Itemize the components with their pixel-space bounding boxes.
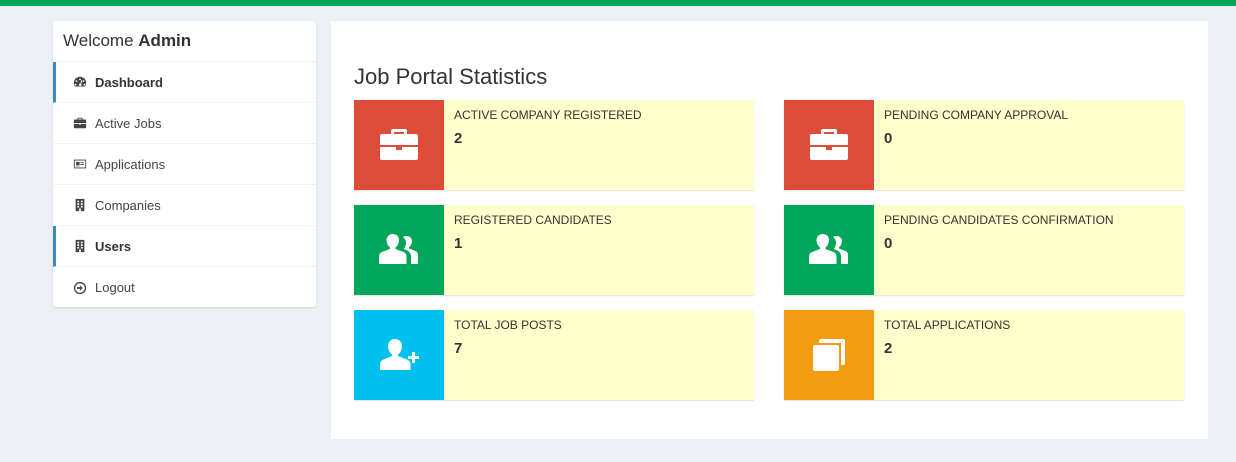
sidebar-item-label: Users [95,238,132,254]
briefcase-icon [354,100,444,190]
stat-box-active-company: ACTIVE COMPANY REGISTERED 2 [354,100,754,190]
sidebar-item-logout[interactable]: Logout [53,267,316,308]
stat-box-registered-candidates: REGISTERED CANDIDATES 1 [354,205,754,295]
sidebar-item-users[interactable]: Users [53,226,316,267]
stat-value: 2 [454,130,463,147]
dashboard-icon [73,75,87,89]
stat-value: 0 [884,235,893,252]
stat-value: 7 [454,340,463,357]
stat-box-pending-candidates: PENDING CANDIDATES CONFIRMATION 0 [784,205,1184,295]
stat-label: ACTIVE COMPANY REGISTERED [454,108,642,122]
top-bar [0,0,1236,6]
sidebar-item-companies[interactable]: Companies [53,185,316,226]
sidebar-item-active-jobs[interactable]: Active Jobs [53,103,316,144]
stat-value: 2 [884,340,893,357]
sidebar-item-label: Applications [95,156,166,172]
sidebar-menu: Dashboard Active Jobs Applications Compa… [53,62,316,308]
id-card-icon [73,157,87,171]
sidebar-item-label: Active Jobs [95,115,162,131]
stat-label: REGISTERED CANDIDATES [454,213,612,227]
sidebar-item-applications[interactable]: Applications [53,144,316,185]
stat-box-total-job-posts: TOTAL JOB POSTS 7 [354,310,754,400]
sidebar-item-label: Companies [95,197,161,213]
stat-label: TOTAL JOB POSTS [454,318,562,332]
stat-box-total-applications: TOTAL APPLICATIONS 2 [784,310,1184,400]
sidebar-item-label: Logout [95,280,135,295]
main-panel: Job Portal Statistics ACTIVE COMPANY REG… [331,21,1208,439]
welcome-prefix: Welcome [63,31,134,50]
welcome-user: Admin [138,31,192,50]
stat-box-pending-company: PENDING COMPANY APPROVAL 0 [784,100,1184,190]
stat-label: TOTAL APPLICATIONS [884,318,1011,332]
sidebar-item-label: Dashboard [95,74,163,90]
building-icon [73,198,87,212]
sign-out-icon [73,281,87,295]
building-icon [73,239,87,253]
copy-icon [784,310,874,400]
page-title: Job Portal Statistics [354,64,548,89]
sidebar: Welcome Admin Dashboard Active Jobs Appl… [53,21,316,307]
stat-value: 1 [454,235,463,252]
stat-label: PENDING CANDIDATES CONFIRMATION [884,213,1114,227]
welcome-header: Welcome Admin [53,21,316,62]
sidebar-item-dashboard[interactable]: Dashboard [53,62,316,103]
stat-label: PENDING COMPANY APPROVAL [884,108,1069,122]
users-icon [354,205,444,295]
briefcase-icon [73,116,87,130]
stat-value: 0 [884,130,893,147]
briefcase-icon [784,100,874,190]
users-icon [784,205,874,295]
user-plus-icon [354,310,444,400]
